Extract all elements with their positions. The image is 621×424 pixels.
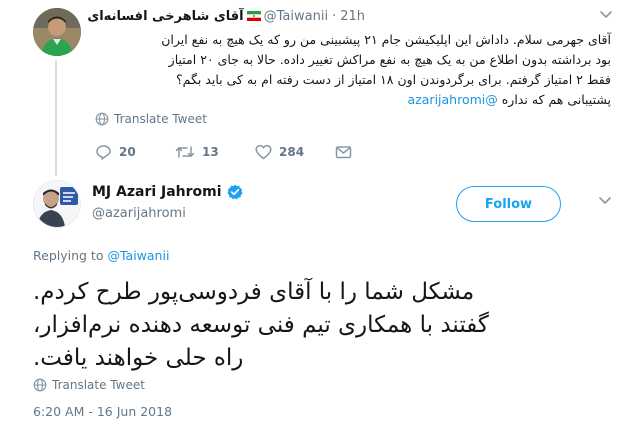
like-count: 284 bbox=[279, 145, 305, 159]
parent-author-name[interactable]: آقای شاهرخی افسانه‌ای bbox=[87, 9, 243, 24]
main-author-avatar[interactable] bbox=[33, 180, 81, 228]
main-tweet-text: مشکل شما را با آقای فردوسی‌پور طرح کردم.… bbox=[33, 276, 601, 375]
translate-label: Translate Tweet bbox=[114, 112, 207, 126]
like-button[interactable]: 284 bbox=[255, 144, 335, 160]
retweet-button[interactable]: 13 bbox=[175, 144, 255, 160]
envelope-icon bbox=[335, 146, 352, 159]
reply-button[interactable]: 20 bbox=[95, 144, 175, 160]
parent-tweet-actions: 20 13 284 bbox=[95, 144, 359, 160]
avatar-photo bbox=[33, 8, 81, 56]
iran-flag-icon bbox=[246, 11, 261, 21]
globe-icon bbox=[33, 378, 47, 392]
follow-button[interactable]: Follow bbox=[456, 186, 561, 222]
parent-tweet-line: آقای جهرمی سلام. داداش این اپلیکیشن جام … bbox=[161, 32, 611, 47]
parent-tweet-time[interactable]: 21h bbox=[340, 9, 365, 24]
parent-tweet-text: آقای جهرمی سلام. داداش این اپلیکیشن جام … bbox=[96, 30, 611, 110]
main-author-name[interactable]: MJ Azari Jahromi bbox=[92, 184, 222, 200]
replying-prefix: Replying to bbox=[33, 248, 104, 263]
retweet-count: 13 bbox=[202, 145, 219, 159]
reply-count: 20 bbox=[119, 145, 136, 159]
globe-icon bbox=[95, 112, 109, 126]
translate-label: Translate Tweet bbox=[52, 378, 145, 392]
separator-dot: · bbox=[332, 8, 337, 24]
retweet-icon bbox=[175, 146, 195, 158]
parent-author-handle[interactable]: @Taiwanii bbox=[264, 9, 328, 24]
parent-tweet-line: بود برداشته بدون اطلاع من به یک هیچ به ن… bbox=[168, 52, 611, 67]
parent-tweet-line-text: پشتیبانی هم که نداره bbox=[501, 92, 611, 107]
tweet-timestamp[interactable]: 6:20 AM - 16 Jun 2018 bbox=[33, 404, 172, 419]
reply-icon bbox=[96, 145, 111, 160]
main-tweet-line: راه حلی خواهند یافت. bbox=[33, 345, 244, 371]
chevron-down-icon[interactable] bbox=[598, 196, 612, 206]
replying-to: Replying to @Taiwanii bbox=[33, 248, 169, 263]
parent-tweet-line: پشتیبانی هم که نداره @azarijahromi bbox=[96, 90, 611, 110]
translate-tweet-link[interactable]: Translate Tweet bbox=[33, 378, 145, 392]
chevron-down-icon[interactable] bbox=[599, 10, 613, 20]
main-tweet-line: مشکل شما را با آقای فردوسی‌پور طرح کردم. bbox=[33, 279, 475, 305]
heart-icon bbox=[255, 144, 272, 160]
main-author-name-row: MJ Azari Jahromi bbox=[92, 184, 243, 200]
direct-message-button[interactable] bbox=[335, 144, 359, 160]
thread-connector-line bbox=[55, 60, 57, 176]
parent-author-avatar[interactable] bbox=[33, 8, 81, 56]
translate-tweet-link[interactable]: Translate Tweet bbox=[95, 112, 207, 126]
replying-to-link[interactable]: @Taiwanii bbox=[107, 248, 169, 263]
main-tweet-line: گفتند با همکاری تیم فنی توسعه دهنده نرم‌… bbox=[33, 312, 489, 338]
mention-link[interactable]: @azarijahromi bbox=[408, 92, 498, 107]
main-author-handle[interactable]: @azarijahromi bbox=[92, 206, 186, 221]
verified-badge-icon bbox=[226, 184, 243, 200]
parent-tweet-line: فقط ۲ امتیاز گرفتم. برای برگردوندن اون ۱… bbox=[175, 72, 611, 87]
parent-tweet-header: آقای شاهرخی افسانه‌ای @Taiwanii · 21h bbox=[87, 6, 365, 26]
avatar-photo bbox=[34, 181, 80, 227]
